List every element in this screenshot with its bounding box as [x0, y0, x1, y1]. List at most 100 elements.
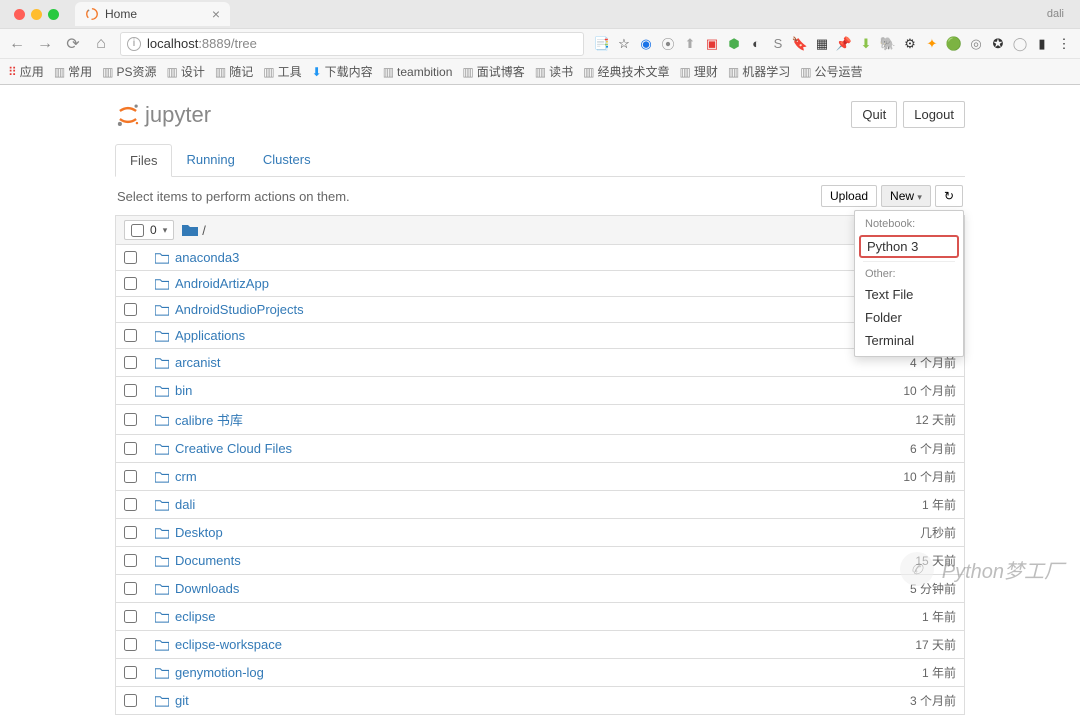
bookmark-folder[interactable]: ▥ 常用 — [54, 63, 92, 80]
file-name[interactable]: crm — [175, 469, 197, 484]
minimize-window-icon[interactable] — [31, 9, 42, 20]
ext-icon[interactable]: ◉ — [638, 36, 654, 52]
row-checkbox[interactable] — [124, 694, 137, 707]
row-checkbox[interactable] — [124, 666, 137, 679]
file-name[interactable]: Applications — [175, 328, 245, 343]
file-name[interactable]: Desktop — [175, 525, 223, 540]
file-name[interactable]: git — [175, 693, 189, 708]
ext-icon[interactable]: ⦿ — [660, 36, 676, 52]
apps-button[interactable]: ⠿ 应用 — [8, 63, 44, 80]
ext-icon[interactable]: ◯ — [1012, 36, 1028, 52]
file-name[interactable]: Creative Cloud Files — [175, 441, 292, 456]
new-python3-item[interactable]: Python 3 — [859, 235, 959, 258]
close-window-icon[interactable] — [14, 9, 25, 20]
file-name[interactable]: Downloads — [175, 581, 239, 596]
row-checkbox[interactable] — [124, 251, 137, 264]
row-checkbox[interactable] — [124, 470, 137, 483]
close-tab-icon[interactable]: × — [212, 6, 220, 22]
file-row[interactable]: Applications — [115, 323, 965, 349]
file-name[interactable]: dali — [175, 497, 195, 512]
file-name[interactable]: AndroidStudioProjects — [175, 302, 304, 317]
bookmark-folder[interactable]: ▥ teambition — [383, 65, 453, 79]
file-name[interactable]: calibre 书库 — [175, 410, 243, 429]
ext-icon[interactable]: ✪ — [990, 36, 1006, 52]
file-name[interactable]: anaconda3 — [175, 250, 239, 265]
new-terminal-item[interactable]: Terminal — [855, 329, 963, 352]
bookmark-folder[interactable]: ▥ 公号运营 — [800, 63, 862, 80]
ext-icon[interactable]: 📌 — [836, 36, 852, 52]
bookmark-folder[interactable]: ▥ 理财 — [679, 63, 717, 80]
ext-icon[interactable]: 📑 — [594, 36, 610, 52]
select-all-checkbox[interactable] — [131, 224, 144, 237]
row-checkbox[interactable] — [124, 554, 137, 567]
file-row[interactable]: eclipse-workspace17 天前 — [115, 631, 965, 659]
tab-clusters[interactable]: Clusters — [249, 144, 325, 176]
tab-running[interactable]: Running — [172, 144, 248, 176]
row-checkbox[interactable] — [124, 303, 137, 316]
ext-icon[interactable]: 🔖 — [792, 36, 808, 52]
file-name[interactable]: bin — [175, 383, 192, 398]
row-checkbox[interactable] — [124, 356, 137, 369]
file-row[interactable]: bin10 个月前 — [115, 377, 965, 405]
upload-button[interactable]: Upload — [821, 185, 877, 207]
tab-files[interactable]: Files — [115, 144, 172, 177]
row-checkbox[interactable] — [124, 638, 137, 651]
row-checkbox[interactable] — [124, 610, 137, 623]
jupyter-logo[interactable]: jupyter — [115, 102, 211, 128]
file-row[interactable]: anaconda3 — [115, 245, 965, 271]
ext-icon[interactable]: ✦ — [924, 36, 940, 52]
ext-icon[interactable]: 🟢 — [946, 36, 962, 52]
bookmark-folder[interactable]: ▥ 工具 — [263, 63, 301, 80]
bookmark-folder[interactable]: ▥ 读书 — [535, 63, 573, 80]
refresh-button[interactable]: ↻ — [935, 185, 963, 207]
breadcrumb[interactable]: / — [202, 223, 206, 238]
forward-button[interactable]: → — [36, 35, 54, 53]
row-checkbox[interactable] — [124, 526, 137, 539]
back-button[interactable]: ← — [8, 35, 26, 53]
file-row[interactable]: Downloads5 分钟前 — [115, 575, 965, 603]
row-checkbox[interactable] — [124, 498, 137, 511]
ext-icon[interactable]: ⚙ — [902, 36, 918, 52]
file-row[interactable]: AndroidArtizApp — [115, 271, 965, 297]
new-folder-item[interactable]: Folder — [855, 306, 963, 329]
ext-icon[interactable]: ⬆ — [682, 36, 698, 52]
quit-button[interactable]: Quit — [851, 101, 897, 128]
menu-icon[interactable]: ⋮ — [1056, 36, 1072, 52]
file-name[interactable]: eclipse — [175, 609, 215, 624]
bookmark-folder[interactable]: ▥ PS资源 — [102, 63, 156, 80]
ext-icon[interactable]: ⬢ — [726, 36, 742, 52]
maximize-window-icon[interactable] — [48, 9, 59, 20]
ext-icon[interactable]: ◎ — [968, 36, 984, 52]
select-all-control[interactable]: 0 ▾ — [124, 220, 174, 240]
home-button[interactable]: ⌂ — [92, 35, 110, 53]
new-button[interactable]: New ▾ — [881, 185, 931, 207]
row-checkbox[interactable] — [124, 442, 137, 455]
file-name[interactable]: genymotion-log — [175, 665, 264, 680]
bookmark-folder[interactable]: ▥ 随记 — [215, 63, 253, 80]
file-name[interactable]: AndroidArtizApp — [175, 276, 269, 291]
file-row[interactable]: git3 个月前 — [115, 687, 965, 715]
file-name[interactable]: Documents — [175, 553, 241, 568]
site-info-icon[interactable]: i — [127, 37, 141, 51]
file-row[interactable]: Documents15 天前 — [115, 547, 965, 575]
file-row[interactable]: eclipse1 年前 — [115, 603, 965, 631]
window-controls[interactable] — [8, 9, 65, 20]
file-row[interactable]: arcanist4 个月前 — [115, 349, 965, 377]
ext-icon[interactable]: S — [770, 36, 786, 52]
url-input[interactable]: i localhost:8889/tree — [120, 32, 584, 56]
bookmark-link[interactable]: ⬇ 下载内容 — [312, 63, 373, 80]
bookmark-folder[interactable]: ▥ 经典技术文章 — [583, 63, 669, 80]
file-row[interactable]: AndroidStudioProjects — [115, 297, 965, 323]
file-row[interactable]: Creative Cloud Files6 个月前 — [115, 435, 965, 463]
file-row[interactable]: Desktop几秒前 — [115, 519, 965, 547]
folder-icon[interactable] — [182, 223, 198, 237]
row-checkbox[interactable] — [124, 413, 137, 426]
row-checkbox[interactable] — [124, 582, 137, 595]
file-name[interactable]: eclipse-workspace — [175, 637, 282, 652]
bookmark-folder[interactable]: ▥ 面试博客 — [462, 63, 524, 80]
ext-icon[interactable]: 🐘 — [880, 36, 896, 52]
reload-button[interactable]: ⟳ — [64, 34, 82, 54]
ext-icon[interactable]: ☆ — [616, 36, 632, 52]
row-checkbox[interactable] — [124, 277, 137, 290]
ext-icon[interactable]: ▣ — [704, 36, 720, 52]
